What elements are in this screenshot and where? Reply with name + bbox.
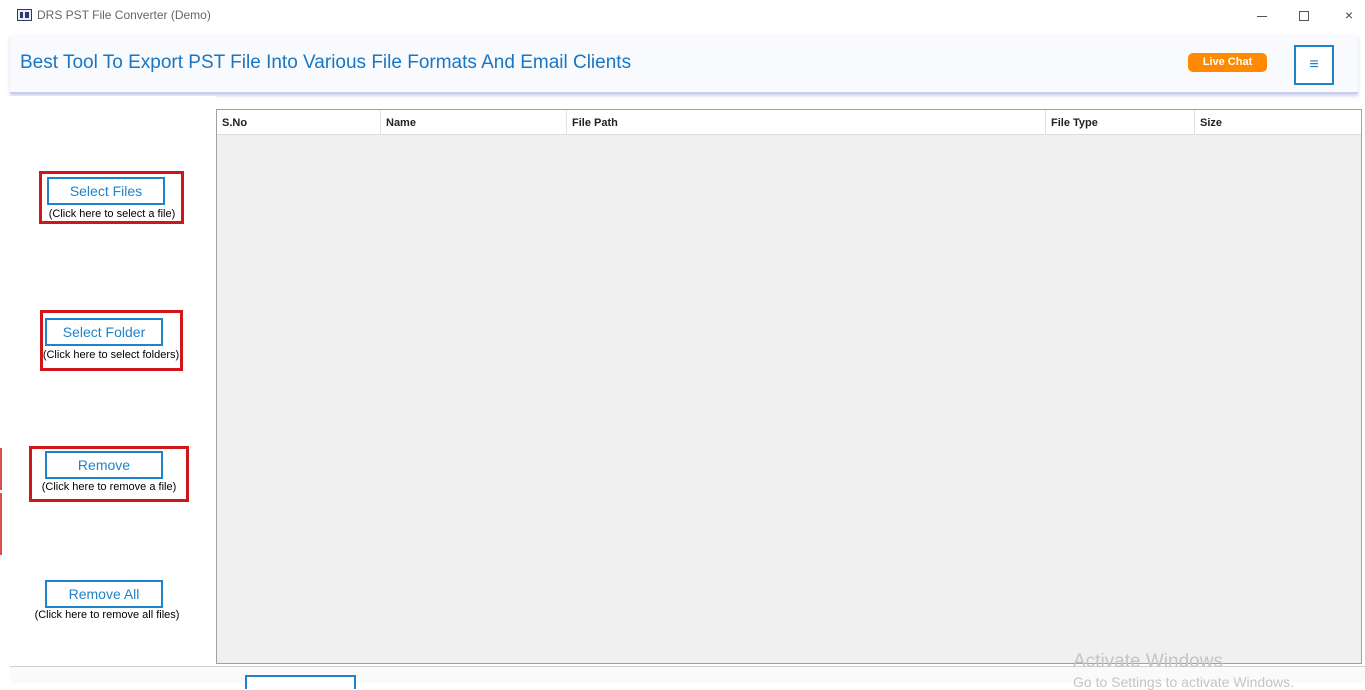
title-bar: DRS PST File Converter (Demo) × [0, 0, 1365, 32]
app-window: DRS PST File Converter (Demo) × Best Too… [0, 0, 1365, 690]
select-files-button[interactable]: Select Files [47, 177, 165, 205]
column-header-size[interactable]: Size [1195, 110, 1361, 135]
select-folder-hint: (Click here to select folders) [42, 349, 180, 361]
select-files-hint: (Click here to select a file) [48, 208, 176, 220]
remove-all-hint: (Click here to remove all files) [34, 609, 180, 621]
file-list-table[interactable]: S.No Name File Path File Type Size [216, 109, 1362, 664]
close-button[interactable]: × [1329, 4, 1365, 26]
remove-button[interactable]: Remove [45, 451, 163, 479]
column-header-file-type[interactable]: File Type [1046, 110, 1195, 135]
remove-hint: (Click here to remove a file) [41, 481, 177, 493]
window-title: DRS PST File Converter (Demo) [37, 8, 211, 22]
select-folder-button[interactable]: Select Folder [45, 318, 163, 346]
activation-watermark-title: Activate Windows [1073, 651, 1223, 672]
app-header: Best Tool To Export PST File Into Variou… [10, 35, 1358, 94]
column-header-name[interactable]: Name [381, 110, 567, 135]
live-chat-button[interactable]: Live Chat [1188, 53, 1267, 72]
app-logo-icon [17, 9, 32, 21]
minimize-icon [1257, 15, 1267, 17]
left-edge-marker [0, 448, 2, 490]
bottom-button[interactable] [245, 675, 356, 689]
column-header-file-path[interactable]: File Path [567, 110, 1046, 135]
hamburger-menu-icon: ≡ [1309, 56, 1319, 73]
header-title: Best Tool To Export PST File Into Variou… [20, 52, 632, 73]
table-header: S.No Name File Path File Type Size [217, 110, 1361, 135]
minimize-button[interactable] [1242, 4, 1282, 26]
remove-all-button[interactable]: Remove All [45, 580, 163, 608]
close-icon: × [1344, 7, 1354, 23]
column-header-sno[interactable]: S.No [217, 110, 381, 135]
maximize-button[interactable] [1284, 4, 1324, 26]
activation-watermark-subtitle: Go to Settings to activate Windows. [1073, 674, 1294, 690]
menu-button[interactable]: ≡ [1294, 45, 1334, 85]
maximize-icon [1299, 11, 1309, 22]
left-edge-marker [0, 493, 2, 555]
